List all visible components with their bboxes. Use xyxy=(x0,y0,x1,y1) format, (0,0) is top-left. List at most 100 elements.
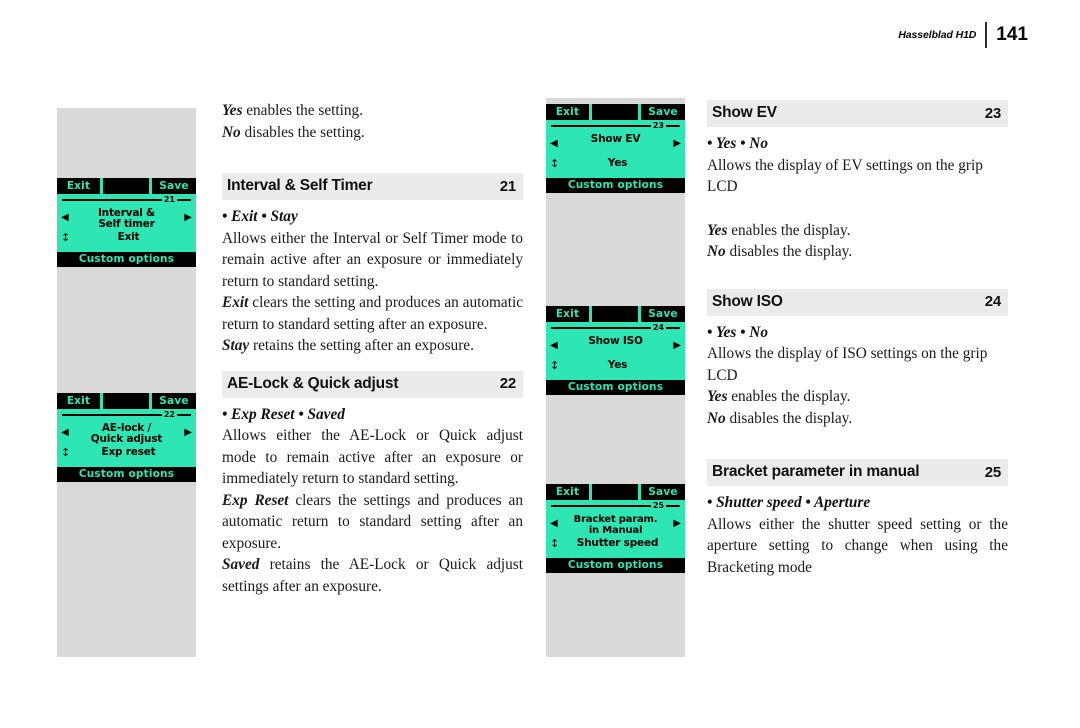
showiso-paragraph-3: No disables the display. xyxy=(707,408,1008,430)
lcd-setting-value: Exit xyxy=(117,231,140,243)
lcd-exit-button[interactable]: Exit xyxy=(546,484,589,500)
lcd-setting-title: Show ISO xyxy=(560,336,671,347)
showev-yes-term: Yes xyxy=(707,221,728,239)
lcd-topbar: Exit Save xyxy=(57,178,196,194)
aelock-expreset-term: Exp Reset xyxy=(222,491,289,509)
intro-no-text: disables the setting. xyxy=(240,123,365,141)
section-options-interval: • Exit • Stay xyxy=(222,208,298,225)
updown-arrow-icon[interactable]: ↕ xyxy=(550,360,559,371)
showev-yes-text: enables the display. xyxy=(727,221,851,239)
section-heading-title: AE-Lock & Quick adjust xyxy=(227,374,399,392)
lcd-topbar-middle xyxy=(103,393,149,409)
lcd-save-button[interactable]: Save xyxy=(641,104,685,120)
right-arrow-icon[interactable]: ▶ xyxy=(673,341,681,351)
lcd-topbar: Exit Save xyxy=(546,104,685,120)
updown-arrow-icon[interactable]: ↕ xyxy=(61,232,70,243)
lcd-exit-label: Exit xyxy=(66,395,91,407)
lcd-topbar: Exit Save xyxy=(57,393,196,409)
lcd-save-button[interactable]: Save xyxy=(641,484,685,500)
interval-stay-term: Stay xyxy=(222,337,250,354)
page-number: 141 xyxy=(996,24,1028,45)
lcd-exit-label: Exit xyxy=(555,106,580,118)
section-heading-number: 22 xyxy=(499,375,517,392)
lcd-topbar-middle xyxy=(592,484,638,500)
aelock-paragraph-2: Exp Reset clears the settings and produc… xyxy=(222,490,523,555)
interval-exit-term: Exit xyxy=(222,294,249,311)
lcd-setting-value: Shutter speed xyxy=(576,537,659,549)
updown-arrow-icon[interactable]: ↕ xyxy=(550,538,559,549)
lcd-body: ◀ ▶ ↕ Show ISO Yes xyxy=(546,335,685,377)
lcd-exit-label: Exit xyxy=(555,308,580,320)
lcd-setting-title: Interval & Self timer xyxy=(71,208,182,230)
right-arrow-icon[interactable]: ▶ xyxy=(673,139,681,149)
lcd-save-label: Save xyxy=(648,308,678,320)
updown-arrow-icon[interactable]: ↕ xyxy=(61,447,70,458)
lcd-rule: 22 xyxy=(62,409,191,422)
left-arrow-icon[interactable]: ◀ xyxy=(61,213,69,223)
lcd-topbar-middle xyxy=(103,178,149,194)
lcd-exit-label: Exit xyxy=(66,180,91,192)
interval-paragraph-2: Exit clears the setting and produces an … xyxy=(222,292,523,335)
showev-paragraph-3: No disables the display. xyxy=(707,241,1008,263)
text-column-right: Show EV 23 • Yes • No Allows the display… xyxy=(707,100,1008,578)
updown-arrow-icon[interactable]: ↕ xyxy=(550,158,559,169)
lcd-save-label: Save xyxy=(648,486,678,498)
showiso-no-term: No xyxy=(707,409,726,427)
interval-paragraph-1: Allows either the Interval or Self Timer… xyxy=(222,229,523,290)
lcd-exit-button[interactable]: Exit xyxy=(546,104,589,120)
intro-yes-text: enables the setting. xyxy=(242,102,364,119)
showiso-paragraph-1: Allows the display of ISO settings on th… xyxy=(707,345,988,384)
header-brand: Hasselblad H1D xyxy=(898,29,977,41)
aelock-paragraph-3: Saved retains the AE-Lock or Quick adjus… xyxy=(222,554,523,597)
left-arrow-icon[interactable]: ◀ xyxy=(61,428,69,438)
lcd-exit-button[interactable]: Exit xyxy=(546,306,589,322)
section-heading-title: Interval & Self Timer xyxy=(227,177,373,194)
lcd-save-label: Save xyxy=(648,106,678,118)
lcd-rule: 21 xyxy=(62,194,191,207)
aelock-saved-text: retains the AE-Lock or Quick adjust sett… xyxy=(222,556,523,595)
lcd-title-line1: Bracket param. xyxy=(573,514,658,525)
lcd-setting-number: 21 xyxy=(161,194,177,205)
lcd-footer: Custom options xyxy=(546,380,685,395)
lcd-body: ◀ ▶ ↕ Interval & Self timer Exit xyxy=(57,207,196,249)
left-arrow-icon[interactable]: ◀ xyxy=(550,139,558,149)
lcd-footer: Custom options xyxy=(546,558,685,573)
showev-paragraph-1: Allows the display of EV settings on the… xyxy=(707,156,983,196)
lcd-save-button[interactable]: Save xyxy=(152,393,196,409)
lcd-rule: 23 xyxy=(551,120,680,133)
lcd-setting-number: 24 xyxy=(650,322,666,333)
lcd-topbar: Exit Save xyxy=(546,484,685,500)
lcd-footer: Custom options xyxy=(57,467,196,482)
lcd-save-button[interactable]: Save xyxy=(641,306,685,322)
lcd-footer-label: Custom options xyxy=(567,179,664,191)
left-arrow-icon[interactable]: ◀ xyxy=(550,341,558,351)
section-heading-interval: Interval & Self Timer 21 xyxy=(222,173,523,200)
lcd-setting-value: Exp reset xyxy=(101,446,156,458)
lcd-setting-title: AE-lock / Quick adjust xyxy=(71,423,182,445)
lcd-topbar-middle xyxy=(592,104,638,120)
lcd-setting-title: Bracket param. in Manual xyxy=(556,514,675,536)
right-arrow-icon[interactable]: ▶ xyxy=(184,213,192,223)
section-heading-title: Show EV xyxy=(712,104,777,121)
lcd-footer: Custom options xyxy=(57,252,196,267)
section-heading-number: 23 xyxy=(984,104,1002,122)
aelock-saved-term: Saved xyxy=(222,556,260,573)
intro-paragraph: Yes enables the setting. No disables the… xyxy=(222,100,523,143)
showiso-no-text: disables the display. xyxy=(725,409,853,427)
lcd-setting-number: 25 xyxy=(650,500,666,511)
lcd-title-line1: Show EV xyxy=(590,133,641,145)
section-heading-bracket: Bracket parameter in manual 25 xyxy=(707,459,1008,486)
right-arrow-icon[interactable]: ▶ xyxy=(184,428,192,438)
lcd-body: ◀ ▶ ↕ Show EV Yes xyxy=(546,133,685,175)
lcd-exit-button[interactable]: Exit xyxy=(57,178,100,194)
lcd-body: ◀ ▶ ↕ AE-lock / Quick adjust Exp reset xyxy=(57,422,196,464)
lcd-save-button[interactable]: Save xyxy=(152,178,196,194)
section-options-showiso: • Yes • No xyxy=(707,323,768,341)
intro-no-term: No xyxy=(222,123,241,141)
lcd-title-line2: in Manual xyxy=(588,525,643,536)
lcd-body: ◀ ▶ ↕ Bracket param. in Manual Shutter s… xyxy=(546,513,685,555)
lcd-exit-label: Exit xyxy=(555,486,580,498)
lcd-rule: 25 xyxy=(551,500,680,513)
lcd-exit-button[interactable]: Exit xyxy=(57,393,100,409)
showiso-yes-term: Yes xyxy=(707,388,728,405)
